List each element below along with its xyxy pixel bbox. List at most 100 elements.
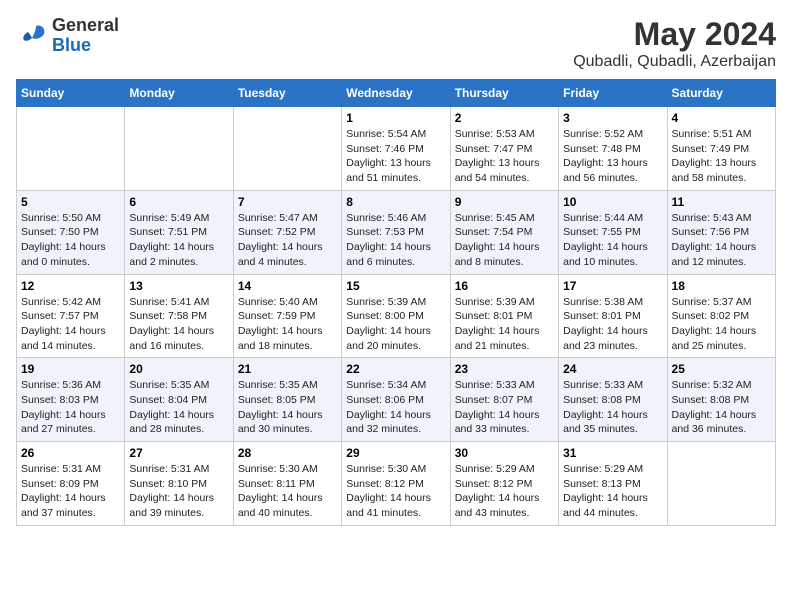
calendar-cell: 6Sunrise: 5:49 AMSunset: 7:51 PMDaylight… — [125, 190, 233, 274]
day-number: 22 — [346, 362, 445, 376]
day-number: 11 — [672, 195, 771, 209]
calendar-week-row: 12Sunrise: 5:42 AMSunset: 7:57 PMDayligh… — [17, 274, 776, 358]
calendar-cell: 30 Sunrise: 5:29 AMSunset: 8:12 PMDayligh… — [450, 442, 558, 526]
calendar-cell — [17, 107, 125, 191]
calendar-cell: 21 Sunrise: 5:35 AMSunset: 8:05 PMDayligh… — [233, 358, 341, 442]
day-info: Sunrise: 5:34 AMSunset: 8:06 PMDaylight:… — [346, 378, 445, 437]
day-info: Sunrise: 5:46 AMSunset: 7:53 PMDaylight:… — [346, 211, 445, 270]
day-info: Sunrise: 5:33 AMSunset: 8:07 PMDaylight:… — [455, 378, 554, 437]
calendar-cell: 13 Sunrise: 5:41 AMSunset: 7:58 PMDayligh… — [125, 274, 233, 358]
day-info: Sunrise: 5:44 AMSunset: 7:55 PMDaylight:… — [563, 211, 662, 270]
day-info: Sunrise: 5:39 AMSunset: 8:01 PMDaylight:… — [455, 295, 554, 354]
calendar-cell: 16 Sunrise: 5:39 AMSunset: 8:01 PMDayligh… — [450, 274, 558, 358]
day-number: 5 — [21, 195, 120, 209]
calendar-cell: 5 Sunrise: 5:50 AMSunset: 7:50 PMDaylight… — [17, 190, 125, 274]
page-header: General Blue May 2024 Qubadli, Qubadli, … — [16, 16, 776, 71]
day-number: 9 — [455, 195, 554, 209]
calendar-cell: 2Sunrise: 5:53 AMSunset: 7:47 PMDaylight… — [450, 107, 558, 191]
calendar-cell: 24 Sunrise: 5:33 AMSunset: 8:08 PMDayligh… — [559, 358, 667, 442]
logo: General Blue — [16, 16, 119, 56]
calendar-cell: 19Sunrise: 5:36 AMSunset: 8:03 PMDayligh… — [17, 358, 125, 442]
day-number: 3 — [563, 111, 662, 125]
day-number: 7 — [238, 195, 337, 209]
day-info: Sunrise: 5:47 AMSunset: 7:52 PMDaylight:… — [238, 211, 337, 270]
day-number: 14 — [238, 279, 337, 293]
day-info: Sunrise: 5:40 AMSunset: 7:59 PMDaylight:… — [238, 295, 337, 354]
day-number: 4 — [672, 111, 771, 125]
day-info: Sunrise: 5:53 AMSunset: 7:47 PMDaylight:… — [455, 127, 554, 186]
calendar-header-thursday: Thursday — [450, 80, 558, 107]
calendar-cell: 27 Sunrise: 5:31 AMSunset: 8:10 PMDayligh… — [125, 442, 233, 526]
calendar-cell — [233, 107, 341, 191]
calendar-header-wednesday: Wednesday — [342, 80, 450, 107]
calendar-week-row: 5 Sunrise: 5:50 AMSunset: 7:50 PMDaylight… — [17, 190, 776, 274]
logo-bird-icon — [16, 22, 48, 50]
calendar-header-saturday: Saturday — [667, 80, 775, 107]
logo-general: General — [52, 15, 119, 35]
day-number: 24 — [563, 362, 662, 376]
calendar-cell — [125, 107, 233, 191]
calendar-cell: 17Sunrise: 5:38 AMSunset: 8:01 PMDayligh… — [559, 274, 667, 358]
calendar-cell: 29 Sunrise: 5:30 AMSunset: 8:12 PMDayligh… — [342, 442, 450, 526]
calendar-week-row: 26 Sunrise: 5:31 AMSunset: 8:09 PMDayligh… — [17, 442, 776, 526]
day-info: Sunrise: 5:35 AMSunset: 8:05 PMDaylight:… — [238, 378, 337, 437]
day-number: 27 — [129, 446, 228, 460]
calendar-header-monday: Monday — [125, 80, 233, 107]
logo-text: General Blue — [52, 16, 119, 56]
calendar-cell: 4Sunrise: 5:51 AMSunset: 7:49 PMDaylight… — [667, 107, 775, 191]
day-info: Sunrise: 5:50 AMSunset: 7:50 PMDaylight:… — [21, 211, 120, 270]
day-info: Sunrise: 5:45 AMSunset: 7:54 PMDaylight:… — [455, 211, 554, 270]
day-number: 18 — [672, 279, 771, 293]
day-info: Sunrise: 5:29 AMSunset: 8:13 PMDaylight:… — [563, 462, 662, 521]
day-number: 29 — [346, 446, 445, 460]
calendar-cell: 11 Sunrise: 5:43 AMSunset: 7:56 PMDayligh… — [667, 190, 775, 274]
calendar-cell: 9 Sunrise: 5:45 AMSunset: 7:54 PMDaylight… — [450, 190, 558, 274]
calendar-cell: 28 Sunrise: 5:30 AMSunset: 8:11 PMDayligh… — [233, 442, 341, 526]
day-number: 15 — [346, 279, 445, 293]
day-info: Sunrise: 5:38 AMSunset: 8:01 PMDaylight:… — [563, 295, 662, 354]
day-number: 16 — [455, 279, 554, 293]
calendar-header-tuesday: Tuesday — [233, 80, 341, 107]
day-number: 20 — [129, 362, 228, 376]
day-info: Sunrise: 5:43 AMSunset: 7:56 PMDaylight:… — [672, 211, 771, 270]
title-block: May 2024 Qubadli, Qubadli, Azerbaijan — [573, 16, 776, 71]
calendar-cell: 1Sunrise: 5:54 AMSunset: 7:46 PMDaylight… — [342, 107, 450, 191]
day-number: 6 — [129, 195, 228, 209]
calendar-cell: 22 Sunrise: 5:34 AMSunset: 8:06 PMDayligh… — [342, 358, 450, 442]
calendar-table: SundayMondayTuesdayWednesdayThursdayFrid… — [16, 79, 776, 526]
calendar-week-row: 19Sunrise: 5:36 AMSunset: 8:03 PMDayligh… — [17, 358, 776, 442]
day-number: 25 — [672, 362, 771, 376]
day-number: 12 — [21, 279, 120, 293]
calendar-cell: 23 Sunrise: 5:33 AMSunset: 8:07 PMDayligh… — [450, 358, 558, 442]
calendar-cell: 15 Sunrise: 5:39 AMSunset: 8:00 PMDayligh… — [342, 274, 450, 358]
day-number: 31 — [563, 446, 662, 460]
day-number: 23 — [455, 362, 554, 376]
day-number: 30 — [455, 446, 554, 460]
day-info: Sunrise: 5:31 AMSunset: 8:09 PMDaylight:… — [21, 462, 120, 521]
day-number: 28 — [238, 446, 337, 460]
calendar-cell: 20Sunrise: 5:35 AMSunset: 8:04 PMDayligh… — [125, 358, 233, 442]
page-title: May 2024 — [573, 16, 776, 53]
day-info: Sunrise: 5:41 AMSunset: 7:58 PMDaylight:… — [129, 295, 228, 354]
calendar-header-row: SundayMondayTuesdayWednesdayThursdayFrid… — [17, 80, 776, 107]
calendar-cell: 12Sunrise: 5:42 AMSunset: 7:57 PMDayligh… — [17, 274, 125, 358]
day-info: Sunrise: 5:30 AMSunset: 8:11 PMDaylight:… — [238, 462, 337, 521]
calendar-cell: 10Sunrise: 5:44 AMSunset: 7:55 PMDayligh… — [559, 190, 667, 274]
day-info: Sunrise: 5:54 AMSunset: 7:46 PMDaylight:… — [346, 127, 445, 186]
day-info: Sunrise: 5:31 AMSunset: 8:10 PMDaylight:… — [129, 462, 228, 521]
day-number: 21 — [238, 362, 337, 376]
calendar-week-row: 1Sunrise: 5:54 AMSunset: 7:46 PMDaylight… — [17, 107, 776, 191]
day-number: 8 — [346, 195, 445, 209]
day-number: 26 — [21, 446, 120, 460]
day-info: Sunrise: 5:52 AMSunset: 7:48 PMDaylight:… — [563, 127, 662, 186]
calendar-cell — [667, 442, 775, 526]
day-info: Sunrise: 5:36 AMSunset: 8:03 PMDaylight:… — [21, 378, 120, 437]
day-info: Sunrise: 5:39 AMSunset: 8:00 PMDaylight:… — [346, 295, 445, 354]
day-info: Sunrise: 5:32 AMSunset: 8:08 PMDaylight:… — [672, 378, 771, 437]
day-info: Sunrise: 5:30 AMSunset: 8:12 PMDaylight:… — [346, 462, 445, 521]
day-number: 13 — [129, 279, 228, 293]
day-info: Sunrise: 5:29 AMSunset: 8:12 PMDaylight:… — [455, 462, 554, 521]
calendar-cell: 18Sunrise: 5:37 AMSunset: 8:02 PMDayligh… — [667, 274, 775, 358]
day-info: Sunrise: 5:33 AMSunset: 8:08 PMDaylight:… — [563, 378, 662, 437]
calendar-cell: 26 Sunrise: 5:31 AMSunset: 8:09 PMDayligh… — [17, 442, 125, 526]
